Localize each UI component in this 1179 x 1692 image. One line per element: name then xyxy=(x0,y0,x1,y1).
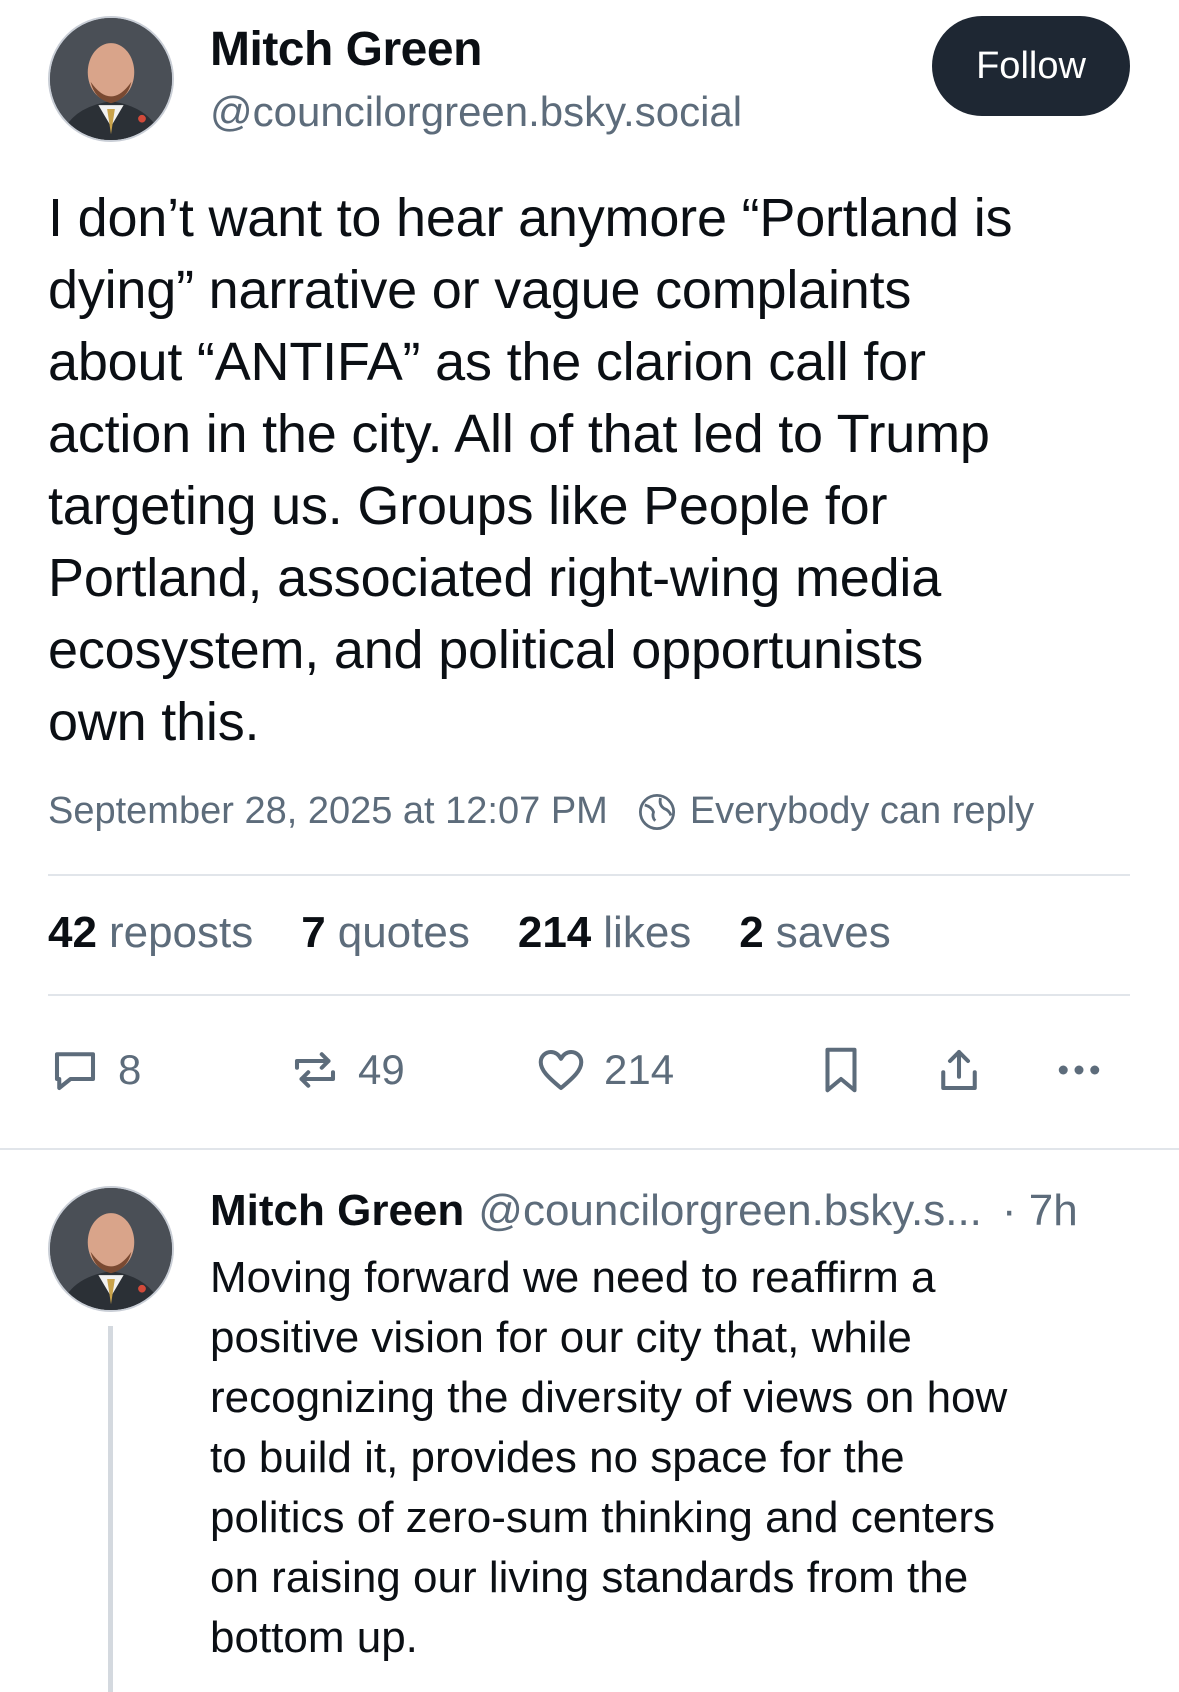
share-button[interactable] xyxy=(932,1034,986,1106)
globe-icon xyxy=(638,793,675,830)
avatar-photo xyxy=(50,1188,172,1310)
repost-icon xyxy=(294,1052,336,1088)
avatar-photo xyxy=(50,18,172,140)
repost-button[interactable]: 49 xyxy=(288,1034,405,1106)
reply-author-avatar[interactable] xyxy=(48,1186,174,1312)
reply-setting-label: Everybody can reply xyxy=(689,790,1035,832)
reply-time: · 7h xyxy=(1001,1186,1078,1235)
post-timestamp: September 28, 2025 at 12:07 PM xyxy=(48,790,608,832)
reply-button[interactable]: 8 xyxy=(48,1034,141,1106)
author-name[interactable]: Mitch Green xyxy=(210,22,482,77)
divider xyxy=(48,994,1130,996)
reply-icon xyxy=(54,1052,96,1091)
reply-author-handle[interactable]: @councilorgreen.bsky.s... xyxy=(478,1186,982,1236)
reply-setting[interactable]: Everybody can reply xyxy=(636,790,1034,833)
reply-count: 8 xyxy=(118,1046,142,1093)
more-horizontal-icon xyxy=(1058,1065,1100,1075)
heart-icon xyxy=(538,1049,584,1091)
like-count: 214 xyxy=(604,1046,675,1093)
quotes-stat[interactable]: 7 quotes xyxy=(301,908,470,958)
bookmark-button[interactable] xyxy=(814,1034,868,1106)
more-options-button[interactable] xyxy=(1052,1034,1106,1106)
author-handle[interactable]: @councilorgreen.bsky.social xyxy=(210,88,742,136)
divider xyxy=(48,874,1130,876)
reposts-stat[interactable]: 42 reposts xyxy=(48,908,253,958)
bookmark-icon xyxy=(825,1047,857,1093)
repost-count: 49 xyxy=(358,1046,405,1093)
like-button[interactable]: 214 xyxy=(534,1034,674,1106)
thread-connector-line xyxy=(108,1326,113,1692)
author-avatar[interactable] xyxy=(48,16,174,142)
post-meta: September 28, 2025 at 12:07 PM Everybody… xyxy=(48,790,1148,833)
saves-stat[interactable]: 2 saves xyxy=(739,908,890,958)
reply-header: Mitch Green @councilorgreen.bsky.s... · … xyxy=(210,1186,1078,1236)
action-bar: 8 49 214 xyxy=(48,1034,1130,1106)
share-icon xyxy=(941,1049,977,1091)
likes-stat[interactable]: 214 likes xyxy=(518,908,691,958)
post-stats: 42 reposts 7 quotes 214 likes 2 saves xyxy=(48,908,939,958)
follow-button[interactable]: Follow xyxy=(932,16,1130,116)
reply-author-name[interactable]: Mitch Green xyxy=(210,1186,464,1236)
section-divider xyxy=(0,1148,1179,1150)
post-text: I don’t want to hear anymore “Portland i… xyxy=(48,188,1013,752)
reply-text[interactable]: Moving forward we need to reaffirm a pos… xyxy=(210,1248,1140,1668)
